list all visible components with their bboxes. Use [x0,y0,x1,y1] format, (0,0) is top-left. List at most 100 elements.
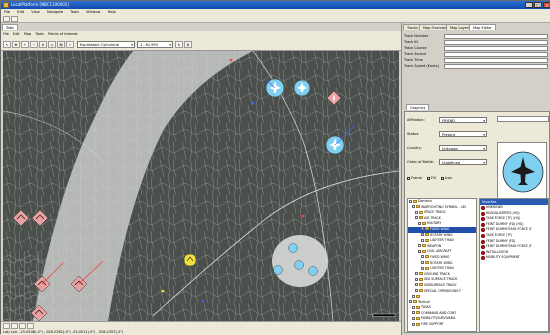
expand-toggle-icon[interactable] [412,311,415,315]
map-menu-edit[interactable]: Edit [13,32,20,36]
maximize-button[interactable]: □ [534,2,542,8]
friendly-unit-1[interactable] [273,265,283,275]
projection-select[interactable]: Equidistant Cylindrical [77,41,135,48]
folder-icon [425,227,429,231]
symbol-preview-svg [502,151,544,193]
icon-checkbox[interactable] [440,176,444,180]
display-options-row: Frame Fill Icon [407,174,493,182]
waypoint-4 [201,299,205,303]
favorite-item-label: FEINT DUMMY (FD) [486,238,516,243]
track-time-input[interactable] [444,57,548,63]
track-number-input[interactable] [444,33,548,39]
unknown-track[interactable] [183,253,197,267]
track-id-input[interactable] [444,39,548,45]
back-icon[interactable] [3,16,10,22]
expand-toggle-icon[interactable] [415,272,418,276]
tree-item[interactable]: FIRE SUPPORT [408,322,476,328]
symbol-icon [481,217,485,222]
expand-toggle-icon[interactable] [415,283,418,287]
tree-item-label: MOBILITY/SURVIVABIL [421,316,456,321]
select-icon[interactable]: ↖ [3,41,11,48]
favorite-item[interactable]: MOBILITY EQUIPMENT [480,255,548,261]
scale-select[interactable]: 1 : 61,993 [137,41,173,48]
symbol-code-field[interactable] [497,116,549,122]
expand-toggle-icon[interactable] [415,289,418,292]
folder-icon [422,221,426,225]
expand-toggle-icon[interactable] [415,210,418,214]
map-canvas[interactable] [3,51,399,321]
globe-icon[interactable]: ◎ [48,41,56,48]
expand-toggle-icon[interactable] [412,294,415,298]
symbol-preview [497,142,547,200]
expand-toggle-icon[interactable] [421,227,424,231]
expand-toggle-icon[interactable] [421,266,424,270]
map-menu-map[interactable]: Map [24,32,31,36]
expand-toggle-icon[interactable] [412,322,415,326]
symbol-icon [481,245,485,250]
expand-toggle-icon[interactable] [421,255,424,259]
expand-toggle-icon[interactable] [418,221,421,225]
refresh-icon[interactable]: ↻ [175,41,183,48]
settings-icon[interactable]: ⚙ [184,41,192,48]
tree-item-label: LIGHTER THAN [430,266,454,271]
coordinate-readout: Lat/ Lon: -25.0548(-0") , 028.2282(-0") … [3,330,124,334]
friendly-unit-3[interactable] [308,266,318,276]
tree-item-label: COMMAND AND CONT [421,310,457,315]
expand-toggle-icon[interactable] [421,261,424,265]
minimize-button[interactable]: _ [525,2,533,8]
expand-toggle-icon[interactable] [418,249,421,253]
expand-toggle-icon[interactable] [415,216,418,220]
expand-toggle-icon[interactable] [415,277,418,281]
fill-checkbox[interactable] [427,176,431,180]
tree-item-label: LIGHTER THAN [430,238,454,243]
expand-toggle-icon[interactable] [412,316,415,320]
friendly-unit-2[interactable] [294,260,304,270]
track-source-input[interactable] [444,51,548,57]
expand-toggle-icon[interactable] [409,300,412,304]
folder-icon [422,244,426,248]
track-speed-input[interactable] [444,63,548,69]
country-select[interactable]: Unknown [439,145,487,152]
folder-icon [425,238,429,242]
expand-toggle-icon[interactable] [421,233,424,237]
tree-item-label: ROTARY WING [430,232,453,237]
zoom-out-icon[interactable]: − [30,41,38,48]
friendly-air-track-2[interactable] [293,79,311,97]
tab-tabs[interactable]: Tabs [2,24,18,30]
map-menu-tools[interactable]: Tools [35,32,44,36]
expand-toggle-icon[interactable] [418,244,421,248]
expand-toggle-icon[interactable] [421,238,424,242]
track-course-input[interactable] [444,45,548,51]
folder-icon [425,233,429,237]
tree-item-label: ROTARY WING [430,260,453,265]
pan-icon[interactable]: ✥ [12,41,20,48]
grid-icon[interactable]: # [39,41,47,48]
expand-toggle-icon[interactable] [412,205,415,209]
close-button[interactable]: × [543,2,550,8]
folder-icon [419,216,423,220]
measure-icon[interactable]: ⌖ [66,41,74,48]
folder-icon [419,277,423,281]
symbol-icon [481,222,485,227]
country-row: Country: Unknown [407,144,493,152]
order-select[interactable]: Undefined [439,159,487,166]
forward-icon[interactable] [11,16,18,22]
expand-toggle-icon[interactable] [412,305,415,309]
layers-icon[interactable]: ▤ [57,41,65,48]
friendly-unit-4[interactable] [288,243,298,253]
map-menu-poi[interactable]: Points of Interest [48,32,78,36]
zoom-in-icon[interactable]: + [21,41,29,48]
affiliation-select[interactable]: FRIEND [439,117,487,124]
tab-map-editor[interactable]: Map Editor [469,24,496,30]
frame-checkbox[interactable] [407,176,410,180]
map-menu-file[interactable]: File [3,32,9,36]
expand-toggle-icon[interactable] [409,199,412,203]
window-title: LocalPlatform [NBC1100001] [11,2,69,7]
tree-item-label: Domains [418,199,433,203]
folder-icon [425,255,429,259]
status-select[interactable]: Present [439,131,487,138]
tab-graphics[interactable]: Graphics [406,104,430,110]
tree-item-label: MILITARY [427,221,442,226]
symbol-icon [481,256,485,261]
symbol-tree[interactable]: Domains WARFIGHTING SYMBOL - UN SPACE TRAC… [407,198,477,332]
